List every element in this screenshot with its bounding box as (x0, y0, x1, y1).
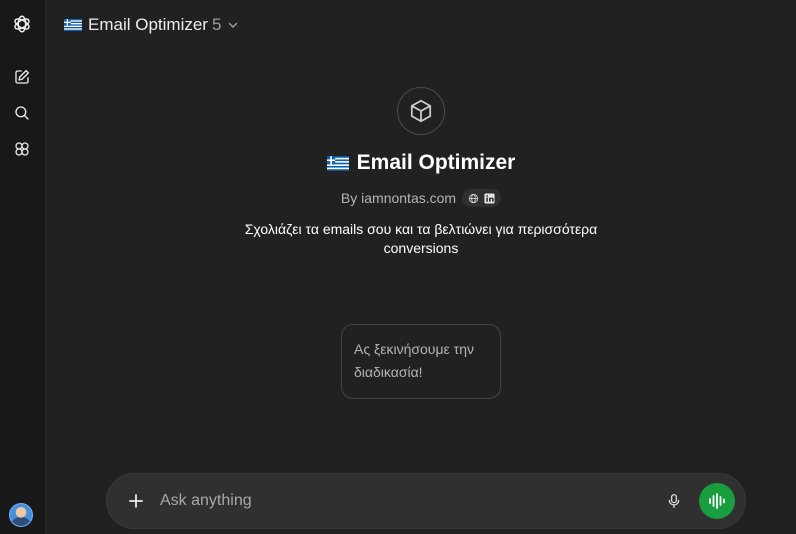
gpt-title: Email Optimizer (356, 151, 516, 174)
sidebar (0, 0, 46, 534)
voice-mode-icon (709, 493, 725, 509)
avatar[interactable] (9, 503, 33, 527)
cube-icon (397, 87, 445, 135)
greece-flag-icon (326, 155, 349, 171)
voice-mode-button[interactable] (699, 483, 735, 519)
conversation-starter[interactable]: Ας ξεκινήσουμε την διαδικασία! (341, 324, 501, 399)
globe-icon[interactable] (468, 193, 479, 204)
gpt-description: Σχολιάζει τα emails σου και τα βελτιώνει… (244, 221, 598, 256)
openai-logo-icon[interactable] (11, 13, 33, 35)
gpt-author: By iamnontas.com (340, 190, 457, 206)
plus-icon[interactable] (125, 490, 147, 512)
search-icon[interactable] (11, 102, 33, 124)
microphone-icon[interactable] (663, 490, 685, 512)
linkedin-icon[interactable] (484, 192, 495, 204)
author-links (462, 189, 502, 207)
gpts-icon[interactable] (11, 138, 33, 160)
new-chat-icon[interactable] (11, 66, 33, 88)
gpt-intro: Email Optimizer By iamnontas.com Σχολιάζ… (46, 0, 796, 399)
prompt-input[interactable] (160, 486, 663, 516)
composer (106, 473, 746, 529)
